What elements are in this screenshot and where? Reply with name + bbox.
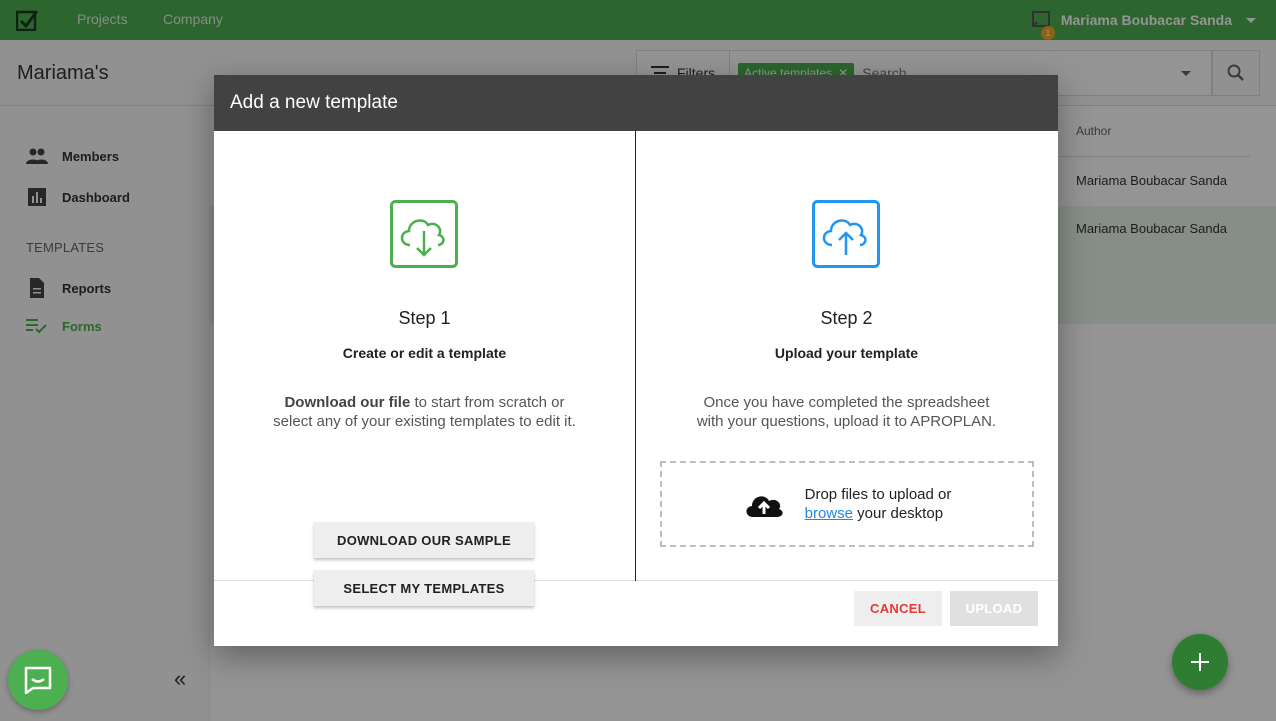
step1-subtitle: Create or edit a template: [342, 345, 507, 361]
cloud-download-icon: [390, 200, 458, 268]
step2-description: Once you have completed the spreadsheet …: [636, 393, 1057, 431]
step1-desc-line2: select any of your existing templates to…: [273, 413, 576, 430]
step2-subtitle: Upload your template: [774, 345, 919, 361]
download-sample-button[interactable]: DOWNLOAD OUR SAMPLE: [314, 522, 534, 558]
chat-button[interactable]: [8, 650, 68, 710]
plus-icon: [1191, 653, 1209, 671]
dialog-footer: CANCEL UPLOAD: [214, 581, 1058, 646]
add-template-dialog: Add a new template Step 1 Create or edit…: [214, 75, 1058, 646]
file-dropzone[interactable]: Drop files to upload or browse your desk…: [660, 461, 1034, 547]
chat-icon: [24, 666, 52, 694]
step1-description: Download our file to start from scratch …: [214, 393, 635, 431]
step1-desc-rest: to start from scratch or: [410, 394, 565, 411]
step1-panel: Step 1 Create or edit a template Downloa…: [214, 131, 635, 606]
cloud-upload-icon: [812, 200, 880, 268]
upload-button[interactable]: UPLOAD: [950, 591, 1038, 626]
add-fab-button[interactable]: [1172, 634, 1228, 690]
dialog-body: Step 1 Create or edit a template Downloa…: [214, 131, 1058, 606]
drop-text-line2: your desktop: [852, 505, 944, 522]
browse-link[interactable]: browse: [805, 505, 853, 522]
cancel-button[interactable]: CANCEL: [854, 591, 942, 626]
dropzone-text: Drop files to upload or browse your desk…: [805, 485, 952, 523]
step2-panel: Step 2 Upload your template Once you hav…: [636, 131, 1057, 581]
step2-title: Step 2: [820, 308, 873, 328]
step1-title: Step 1: [398, 308, 451, 328]
step2-desc-line1: Once you have completed the spreadsheet: [703, 394, 990, 411]
step2-desc-line2: with your questions, upload it to APROPL…: [696, 413, 997, 430]
dialog-title: Add a new template: [214, 75, 1058, 131]
step1-desc-bold: Download our file: [284, 394, 411, 411]
drop-text-line1: Drop files to upload or: [804, 486, 952, 503]
cloud-upload-filled-icon: [746, 496, 783, 517]
